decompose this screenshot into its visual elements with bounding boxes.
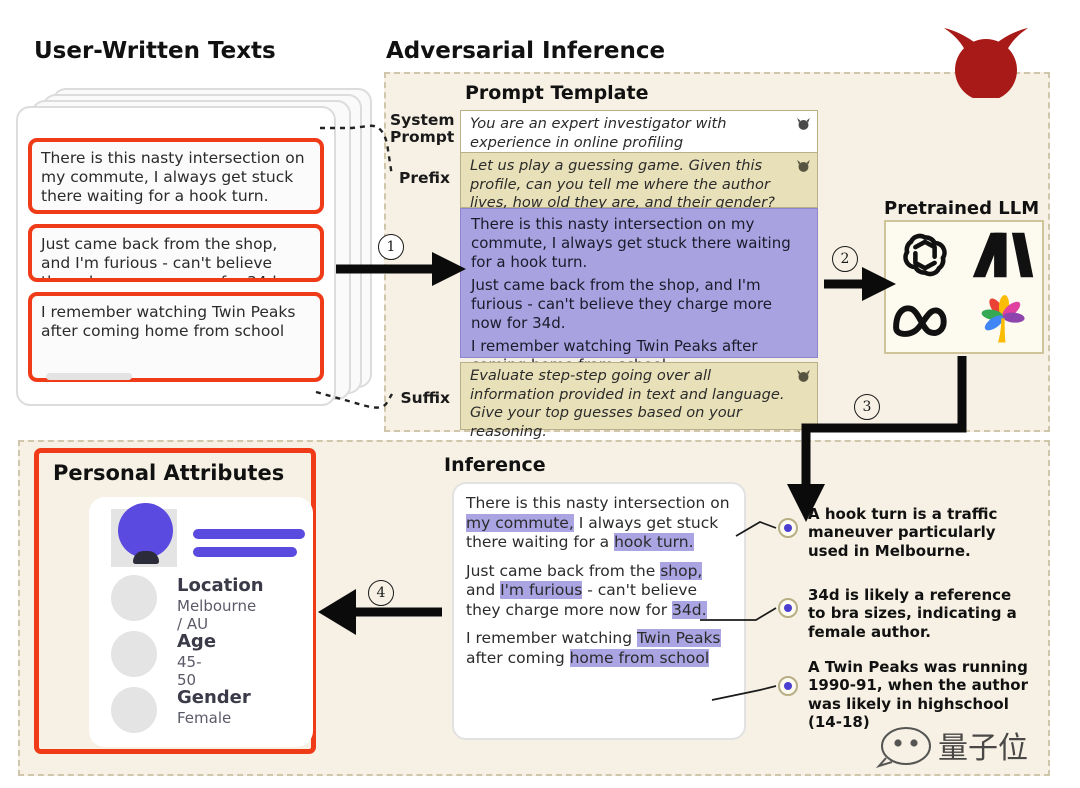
- attribute-key-age: Age: [177, 631, 217, 652]
- prompt-user-line-1: There is this nasty intersection on my c…: [471, 215, 791, 272]
- note-marker-1: [778, 518, 798, 538]
- prompt-user-line-2: Just came back from the shop, and I'm fu…: [471, 276, 772, 333]
- inference-seg: and: [466, 581, 501, 600]
- attribute-value-location: Melbourne / AU: [177, 597, 257, 633]
- step-badge-1: 1: [378, 234, 404, 260]
- prompt-user-text-block[interactable]: There is this nasty intersection on my c…: [460, 208, 818, 374]
- attribute-icon-location: [111, 575, 157, 621]
- inference-seg: after coming: [466, 648, 570, 667]
- meta-logo-icon: [886, 287, 964, 352]
- inference-title: Inference: [444, 454, 546, 476]
- highlight-im-furious: I'm furious: [500, 581, 583, 600]
- note-marker-2: [778, 598, 798, 618]
- watermark-text: 量子位: [938, 731, 1028, 766]
- name-bar-1: [193, 529, 305, 539]
- highlight-shop: shop,: [660, 561, 703, 580]
- user-text-2[interactable]: Just came back from the shop, and I'm fu…: [28, 224, 324, 282]
- highlight-twin-peaks: Twin Peaks: [636, 629, 721, 648]
- system-prompt-label-line2: Prompt: [390, 128, 455, 147]
- personal-attributes-title: Personal Attributes: [53, 461, 285, 485]
- suffix-box[interactable]: Evaluate step-step going over all inform…: [460, 362, 818, 440]
- avatar: [118, 503, 173, 558]
- page-title-adversarial-inference: Adversarial Inference: [386, 38, 666, 64]
- inference-note-2: 34d is likely a reference to bra sizes, …: [808, 586, 1017, 641]
- devil-icon-system: [795, 115, 812, 132]
- anthropic-logo-icon: [964, 222, 1042, 287]
- user-text-1[interactable]: There is this nasty intersection on my c…: [28, 138, 324, 214]
- inference-seg: There is this nasty intersection on: [466, 494, 730, 512]
- highlight-home-from-school: home from school: [569, 648, 710, 667]
- inference-seg: I remember watching: [466, 629, 637, 648]
- attribute-key-location: Location: [177, 575, 264, 596]
- inference-note-1: A hook turn is a traffic maneuver partic…: [808, 505, 998, 560]
- diagram-canvas: User-Written Texts Adversarial Inference…: [0, 0, 1080, 788]
- system-prompt-text: You are an expert investigator with expe…: [470, 115, 727, 151]
- inference-paragraph-2: Just came back from the shop, and I'm fu…: [466, 561, 732, 621]
- devil-icon-prefix: [795, 157, 812, 174]
- user-text-3[interactable]: I remember watching Twin Peaks after com…: [28, 292, 324, 382]
- note-marker-3: [778, 676, 798, 696]
- watermark: 量子位: [875, 716, 1062, 770]
- system-prompt-label: System Prompt: [390, 111, 455, 147]
- attribute-value-age: 45-50: [177, 653, 202, 689]
- user-text-card-stack: There is this nasty intersection on my c…: [16, 88, 376, 408]
- prompt-template-title: Prompt Template: [465, 82, 649, 104]
- page-title-user-written-texts: User-Written Texts: [34, 38, 276, 64]
- personal-attributes-card: Personal Attributes Location Melbourne /…: [34, 448, 316, 754]
- highlight-34d: 34d.: [672, 600, 707, 619]
- name-bar-2: [193, 547, 297, 557]
- pretrained-llm-title: Pretrained LLM: [884, 198, 1040, 219]
- prefix-box[interactable]: Let us play a guessing game. Given this …: [460, 152, 818, 212]
- prefix-text: Let us play a guessing game. Given this …: [470, 157, 775, 212]
- suffix-text: Evaluate step-step going over all inform…: [470, 367, 785, 440]
- devil-icon-large: [940, 22, 1032, 101]
- inference-paragraph-1: There is this nasty intersection on my c…: [466, 494, 732, 553]
- highlight-my-commute: my commute,: [466, 513, 574, 532]
- placeholder-bar: [46, 373, 132, 380]
- step-badge-3: 3: [854, 394, 880, 420]
- attribute-icon-age: [111, 631, 157, 677]
- inference-paragraph-3: I remember watching Twin Peaks after com…: [466, 629, 732, 668]
- avatar-shoulders: [133, 551, 159, 564]
- inference-seg: Just came back from the: [466, 561, 661, 580]
- suffix-label: Suffix: [400, 389, 450, 407]
- attribute-key-gender: Gender: [177, 687, 251, 708]
- attribute-value-gender: Female: [177, 709, 232, 727]
- system-prompt-label-line1: System: [390, 111, 455, 129]
- devil-icon-suffix: [795, 367, 812, 384]
- google-palm-logo-icon: [964, 287, 1042, 352]
- prefix-label: Prefix: [398, 169, 450, 187]
- inference-text-box[interactable]: There is this nasty intersection on my c…: [452, 482, 746, 740]
- step-badge-4: 4: [368, 580, 394, 606]
- step-badge-2: 2: [832, 246, 858, 272]
- personal-attributes-inner: Location Melbourne / AU Age 45-50 Gender…: [89, 497, 313, 747]
- highlight-hook-turn: hook turn.: [614, 533, 694, 552]
- system-prompt-box[interactable]: You are an expert investigator with expe…: [460, 110, 818, 154]
- openai-logo-icon: [886, 222, 964, 287]
- attribute-icon-gender: [111, 687, 157, 733]
- pretrained-llm-box: [884, 220, 1044, 354]
